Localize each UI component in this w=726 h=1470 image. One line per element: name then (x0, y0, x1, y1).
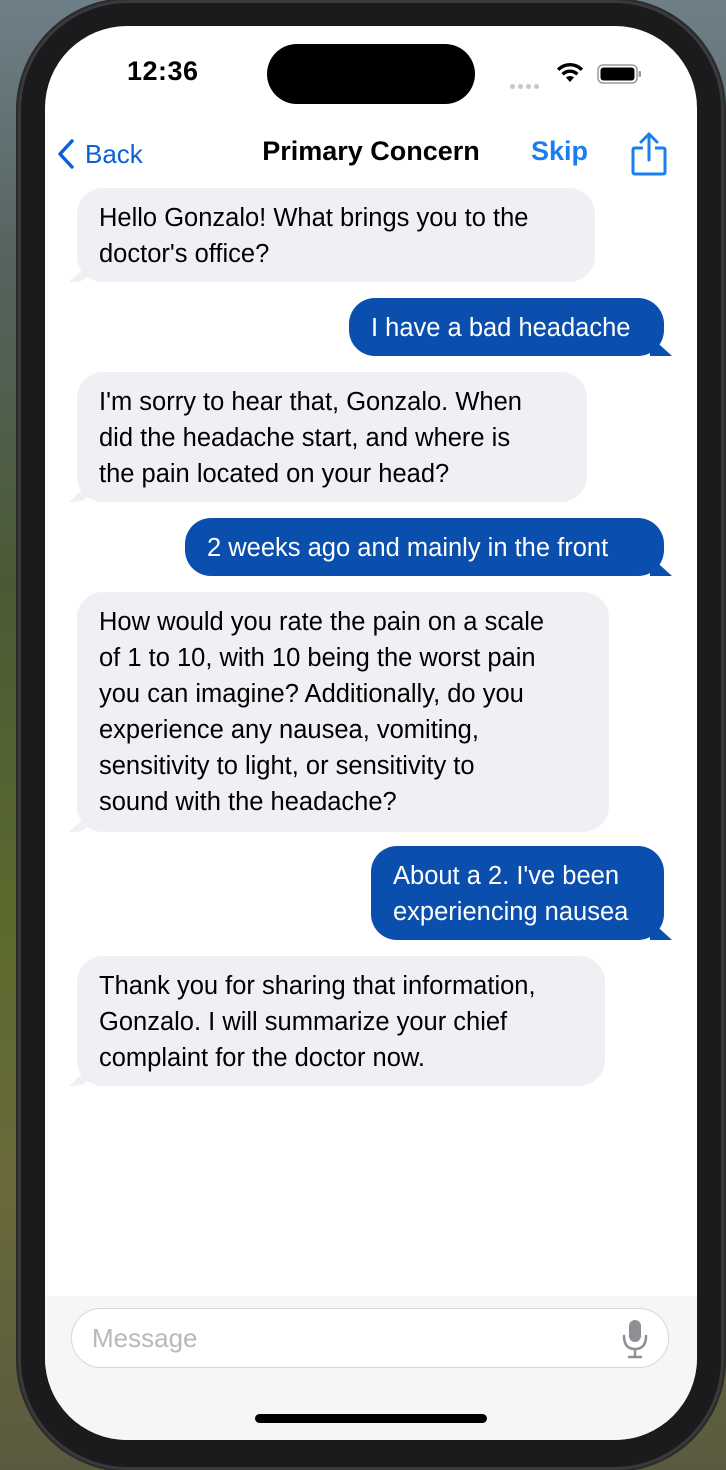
status-time: 12:36 (127, 56, 199, 86)
page-title: Primary Concern (262, 136, 480, 166)
message-list: Hello Gonzalo! What brings you to the do… (45, 186, 697, 1286)
message-input[interactable] (71, 1308, 669, 1368)
message-bubble-assistant: I'm sorry to hear that, Gonzalo. When di… (77, 372, 587, 502)
status-bar: 12:36 (45, 26, 697, 126)
battery-icon (597, 64, 641, 84)
back-button[interactable]: Back (57, 134, 143, 174)
message-bubble-assistant: How would you rate the pain on a scale o… (77, 592, 609, 832)
share-icon[interactable] (629, 130, 669, 178)
home-indicator[interactable] (255, 1414, 487, 1423)
navigation-bar: Back Primary Concern Skip (45, 126, 697, 186)
app-screen: 12:36 Back Primary Concern Skip Hello Go… (45, 26, 697, 1440)
wifi-icon (557, 62, 583, 82)
back-label: Back (85, 138, 143, 169)
dynamic-island (267, 44, 475, 104)
message-bubble-user: I have a bad headache (349, 298, 664, 356)
composer-bar (45, 1296, 697, 1440)
skip-button[interactable]: Skip (531, 136, 588, 167)
message-bubble-assistant: Thank you for sharing that information, … (77, 956, 605, 1086)
message-bubble-user: 2 weeks ago and mainly in the front (185, 518, 664, 576)
cellular-signal-icon (510, 76, 546, 89)
chevron-left-icon (58, 139, 74, 169)
microphone-icon[interactable] (621, 1318, 649, 1360)
message-bubble-assistant: Hello Gonzalo! What brings you to the do… (77, 188, 595, 282)
message-bubble-user: About a 2. I've been experiencing nausea (371, 846, 664, 940)
